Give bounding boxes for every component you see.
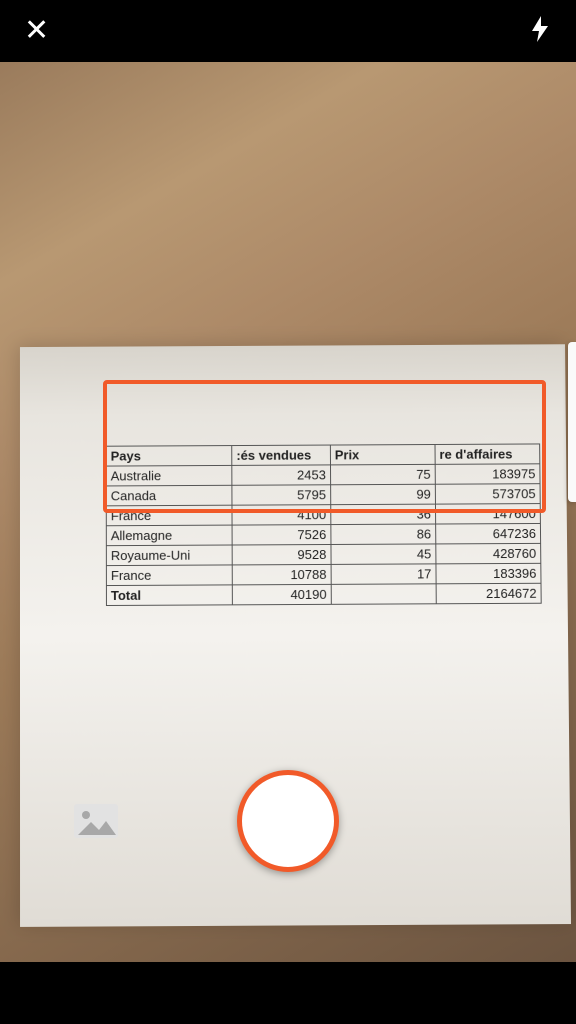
col-header-pays: Pays [106,446,232,467]
side-panel-handle[interactable] [568,342,576,502]
close-icon[interactable]: ✕ [24,16,49,46]
flash-icon[interactable] [528,15,552,48]
data-table: Pays :és vendues Prix re d'affaires Aust… [106,443,542,606]
col-header-rev: re d'affaires [435,444,540,464]
table-row: Royaume-Uni 9528 45 428760 [106,543,540,565]
shutter-button[interactable] [237,770,339,872]
camera-viewport: Pays :és vendues Prix re d'affaires Aust… [0,62,576,962]
table-row: Canada 5795 99 573705 [106,484,540,506]
table-row: France 4100 36 147600 [106,504,540,526]
table-header-row: Pays :és vendues Prix re d'affaires [106,444,540,466]
bottom-bar [0,962,576,1024]
table-row: Allemagne 7526 86 647236 [106,523,540,545]
table-row: Australie 2453 75 183975 [106,464,540,486]
top-bar: ✕ [0,0,576,62]
col-header-prix: Prix [330,444,435,464]
image-icon [72,802,120,840]
data-table-wrap: Pays :és vendues Prix re d'affaires Aust… [106,443,542,606]
gallery-button[interactable] [72,802,120,840]
table-total-row: Total 40190 2164672 [106,583,541,605]
table-row: France 10788 17 183396 [106,563,541,585]
camera-controls [0,766,576,876]
col-header-qty: :és vendues [232,445,331,465]
lightning-bolt-icon [528,15,552,43]
